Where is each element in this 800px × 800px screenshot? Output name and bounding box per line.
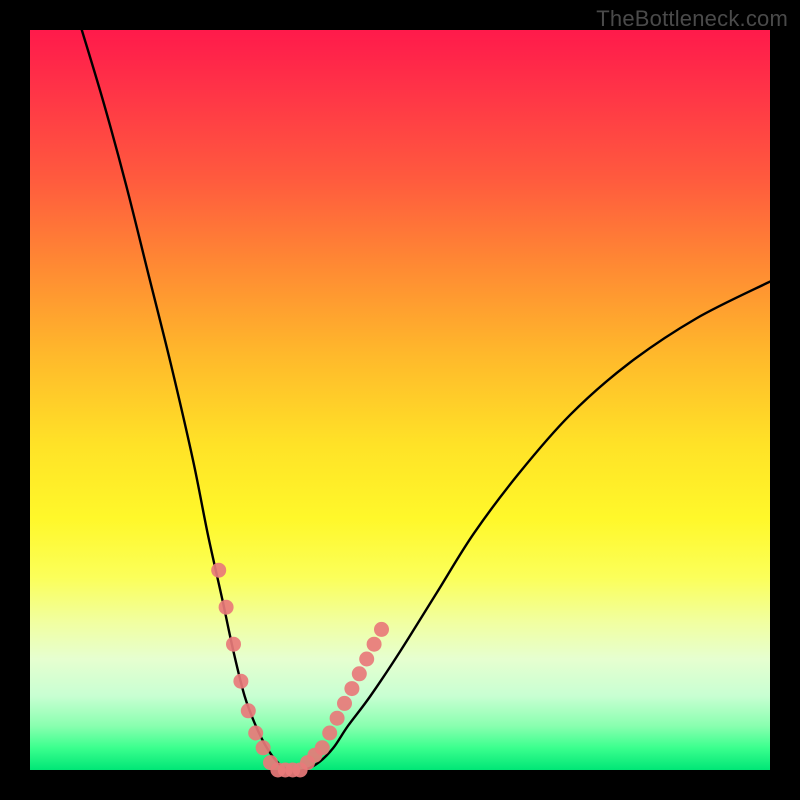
bottleneck-curve [82,30,770,771]
marker-dot [330,711,345,726]
watermark-text: TheBottleneck.com [596,6,788,32]
marker-dot [315,740,330,755]
marker-dot [226,637,241,652]
marker-dot [241,703,256,718]
marker-dot [367,637,382,652]
marker-dot [233,674,248,689]
marker-dot [344,681,359,696]
marker-dot [211,563,226,578]
chart-frame: TheBottleneck.com [0,0,800,800]
marker-dot [359,652,374,667]
marker-dot [256,740,271,755]
marker-dot [219,600,234,615]
chart-svg [30,30,770,770]
marker-dot [352,666,367,681]
marker-dot [322,726,337,741]
curve-path [82,30,770,771]
marker-dot [248,726,263,741]
plot-area [30,30,770,770]
marker-dot [337,696,352,711]
marker-dot [374,622,389,637]
